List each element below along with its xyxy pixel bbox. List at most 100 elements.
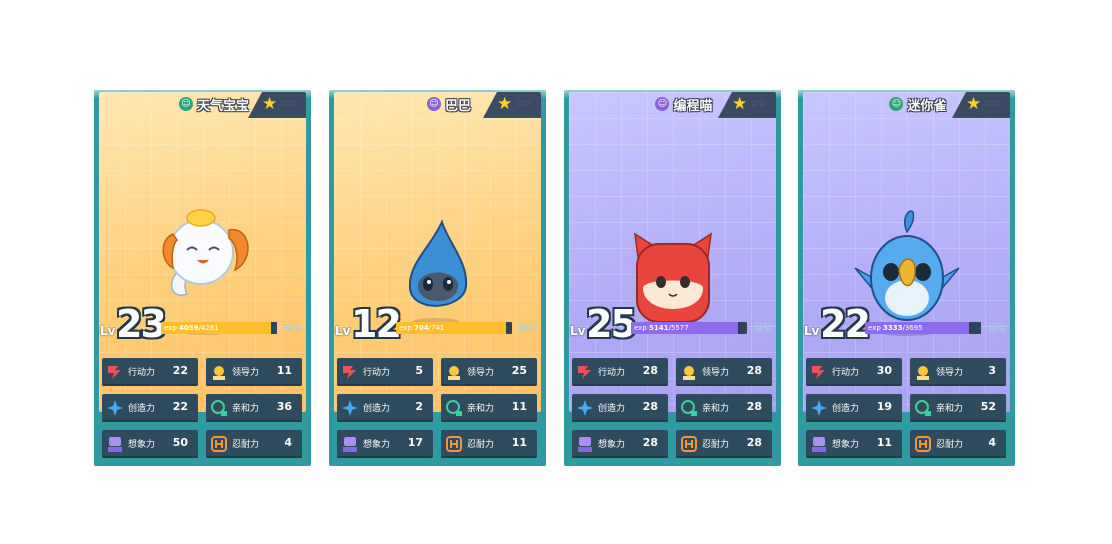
stat-value: 30 (876, 364, 892, 377)
stat-leadership: 领导力 25 (441, 358, 537, 386)
exp-bar: exp 5141/5577 (631, 322, 747, 334)
affinity-icon (681, 400, 697, 416)
pet-card[interactable]: ☺ 天气宝宝 ★ ☆☆ Lv 23 exp 4059/4281 经验 行动力 2… (94, 90, 311, 466)
imagination-icon (812, 437, 826, 452)
stat-endurance: 忍耐力 4 (910, 430, 1006, 458)
star-icon: ★ (732, 94, 748, 114)
stat-label: 想象力 (128, 440, 156, 450)
stat-leadership: 领导力 28 (676, 358, 772, 386)
imagination-icon (108, 437, 122, 452)
empty-star-icon: ☆☆ (280, 98, 297, 109)
endurance-icon (681, 436, 697, 452)
level-number: 25 (586, 302, 637, 346)
element-green-icon: ☺ (889, 97, 904, 111)
empty-star-icon: ☆☆ (515, 98, 532, 109)
creativity-icon (577, 400, 593, 416)
stat-affinity: 亲和力 52 (910, 394, 1006, 422)
pet-card[interactable]: ☺ 迷你雀 ★ ☆☆ Lv 22 exp 3333/3695 经验 行动力 30… (798, 90, 1015, 466)
stat-imagination: 想象力 28 (572, 430, 668, 458)
leadership-icon (917, 366, 929, 380)
stat-value: 11 (276, 364, 292, 377)
action-icon (812, 366, 825, 379)
stat-value: 25 (511, 364, 527, 377)
stat-creativity: 创造力 22 (102, 394, 198, 422)
level-number: 22 (820, 302, 871, 346)
stat-value: 5 (415, 364, 423, 377)
level-band: Lv 22 exp 3333/3695 经验 (803, 302, 1010, 346)
imagination-icon (343, 437, 357, 452)
stat-value: 28 (642, 400, 658, 413)
exp-label: 经验 (754, 324, 773, 334)
empty-star-icon: ☆☆ (750, 98, 767, 109)
stat-value: 28 (746, 400, 762, 413)
pet-name: 迷你雀 (907, 98, 947, 114)
creativity-icon (107, 400, 123, 416)
stat-action: 行动力 22 (102, 358, 198, 386)
level-band: Lv 12 exp 704/741 经验 (334, 302, 541, 346)
endurance-icon (446, 436, 462, 452)
exp-label: 经验 (284, 324, 303, 334)
star-icon: ★ (966, 94, 982, 114)
stat-creativity: 创造力 28 (572, 394, 668, 422)
stat-value: 19 (876, 400, 892, 413)
exp-current: 3333 (883, 324, 903, 332)
leadership-icon (213, 366, 225, 380)
exp-total: /3695 (902, 324, 923, 332)
stat-label: 想象力 (363, 440, 391, 450)
stat-value: 11 (511, 436, 527, 449)
pet-card[interactable]: ☺ 巴巴 ★ ☆☆ Lv 12 exp 704/741 经验 行动力 5 领导力… (329, 90, 546, 466)
level-label: Lv (335, 324, 351, 338)
stat-label: 创造力 (128, 404, 156, 414)
stat-label: 领导力 (467, 368, 495, 378)
exp-bar: exp 3333/3695 (865, 322, 981, 334)
pet-name: 巴巴 (444, 98, 471, 114)
stat-affinity: 亲和力 11 (441, 394, 537, 422)
level-label: Lv (570, 324, 586, 338)
stat-value: 22 (172, 400, 188, 413)
element-green-icon: ☺ (178, 97, 193, 111)
stat-label: 想象力 (832, 440, 860, 450)
stat-leadership: 领导力 3 (910, 358, 1006, 386)
exp-bar: exp 704/741 (396, 322, 512, 334)
stat-value: 11 (876, 436, 892, 449)
stat-label: 亲和力 (232, 404, 260, 414)
stat-creativity: 创造力 19 (806, 394, 902, 422)
stat-endurance: 忍耐力 11 (441, 430, 537, 458)
stat-label: 亲和力 (936, 404, 964, 414)
stat-value: 3 (988, 364, 996, 377)
stat-label: 行动力 (598, 368, 626, 378)
stat-label: 创造力 (363, 404, 391, 414)
affinity-icon (211, 400, 227, 416)
stat-creativity: 创造力 2 (337, 394, 433, 422)
stat-imagination: 想象力 17 (337, 430, 433, 458)
exp-bar: exp 4059/4281 (161, 322, 277, 334)
leadership-icon (448, 366, 460, 380)
stat-label: 领导力 (702, 368, 730, 378)
stat-leadership: 领导力 11 (206, 358, 302, 386)
pet-card[interactable]: ☺ 编程喵 ★ ☆☆ Lv 25 exp 5141/5577 经验 行动力 28… (564, 90, 781, 466)
stat-action: 行动力 5 (337, 358, 433, 386)
endurance-icon (211, 436, 227, 452)
stat-value: 52 (980, 400, 996, 413)
exp-current: 4059 (179, 324, 199, 332)
stat-label: 行动力 (363, 368, 391, 378)
stat-imagination: 想象力 50 (102, 430, 198, 458)
stat-label: 亲和力 (702, 404, 730, 414)
stat-label: 行动力 (832, 368, 860, 378)
stat-value: 28 (746, 436, 762, 449)
level-label: Lv (804, 324, 820, 338)
stat-value: 2 (415, 400, 423, 413)
affinity-icon (915, 400, 931, 416)
element-purple-icon: ☺ (426, 97, 441, 111)
stat-affinity: 亲和力 28 (676, 394, 772, 422)
level-band: Lv 25 exp 5141/5577 经验 (569, 302, 776, 346)
exp-current: 704 (414, 324, 429, 332)
pet-name: 天气宝宝 (196, 98, 249, 114)
star-icon: ★ (262, 94, 278, 114)
stat-action: 行动力 30 (806, 358, 902, 386)
exp-label: 经验 (988, 324, 1007, 334)
imagination-icon (578, 437, 592, 452)
stat-value: 28 (746, 364, 762, 377)
stat-label: 行动力 (128, 368, 156, 378)
exp-total: /5577 (668, 324, 689, 332)
